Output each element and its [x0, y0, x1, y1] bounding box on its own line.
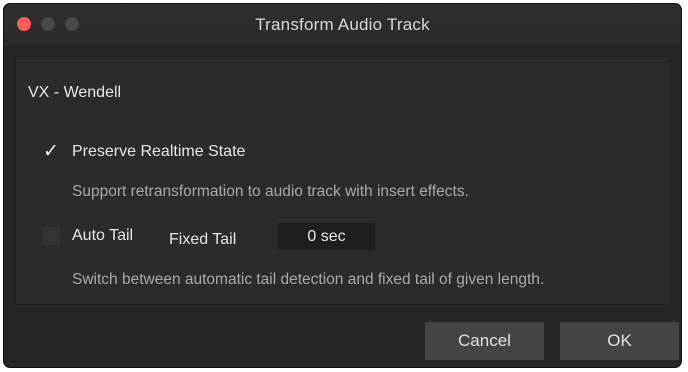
auto-tail-checkbox[interactable]: [42, 227, 60, 245]
title-bar: Transform Audio Track: [4, 4, 681, 47]
auto-tail-label[interactable]: Auto Tail: [72, 227, 133, 245]
track-name: VX - Wendell: [28, 84, 122, 101]
ok-button[interactable]: OK: [560, 322, 679, 360]
preserve-realtime-label[interactable]: Preserve Realtime State: [72, 143, 245, 161]
fixed-tail-label: Fixed Tail: [169, 231, 237, 248]
preserve-realtime-description: Support retransformation to audio track …: [72, 183, 469, 200]
dialog-title: Transform Audio Track: [255, 15, 430, 34]
options-panel: VX - Wendell ✓ Preserve Realtime State S…: [15, 56, 671, 305]
fixed-tail-input[interactable]: 0 sec: [278, 223, 375, 250]
auto-tail-description: Switch between automatic tail detection …: [72, 271, 545, 288]
transform-audio-track-dialog: Transform Audio Track VX - Wendell ✓ Pre…: [4, 4, 681, 367]
preserve-realtime-checkbox[interactable]: ✓: [42, 141, 60, 162]
checkmark-icon: ✓: [43, 141, 59, 162]
cancel-button[interactable]: Cancel: [425, 322, 544, 360]
